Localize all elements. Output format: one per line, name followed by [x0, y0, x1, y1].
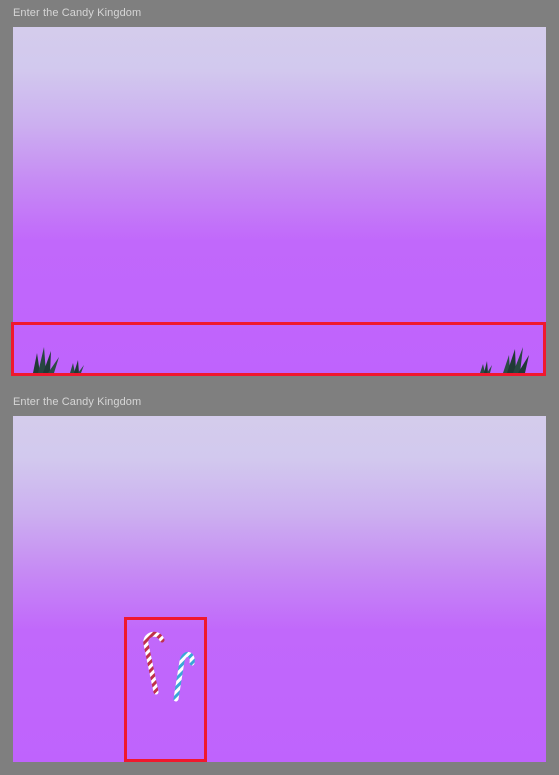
- blue-candy-cane-icon[interactable]: [170, 649, 196, 703]
- grass-tuft-small-icon: [70, 360, 84, 373]
- grass-tuft-small-icon: [480, 361, 492, 373]
- game-canvas-2[interactable]: [13, 416, 546, 762]
- grass-tuft-icon: [33, 347, 59, 373]
- frame-1-title: Enter the Candy Kingdom: [13, 7, 142, 19]
- game-canvas-1[interactable]: [13, 27, 546, 373]
- frame-2-title: Enter the Candy Kingdom: [13, 396, 142, 408]
- red-candy-cane-icon[interactable]: [138, 630, 168, 696]
- grass-tuft-icon: [503, 347, 529, 373]
